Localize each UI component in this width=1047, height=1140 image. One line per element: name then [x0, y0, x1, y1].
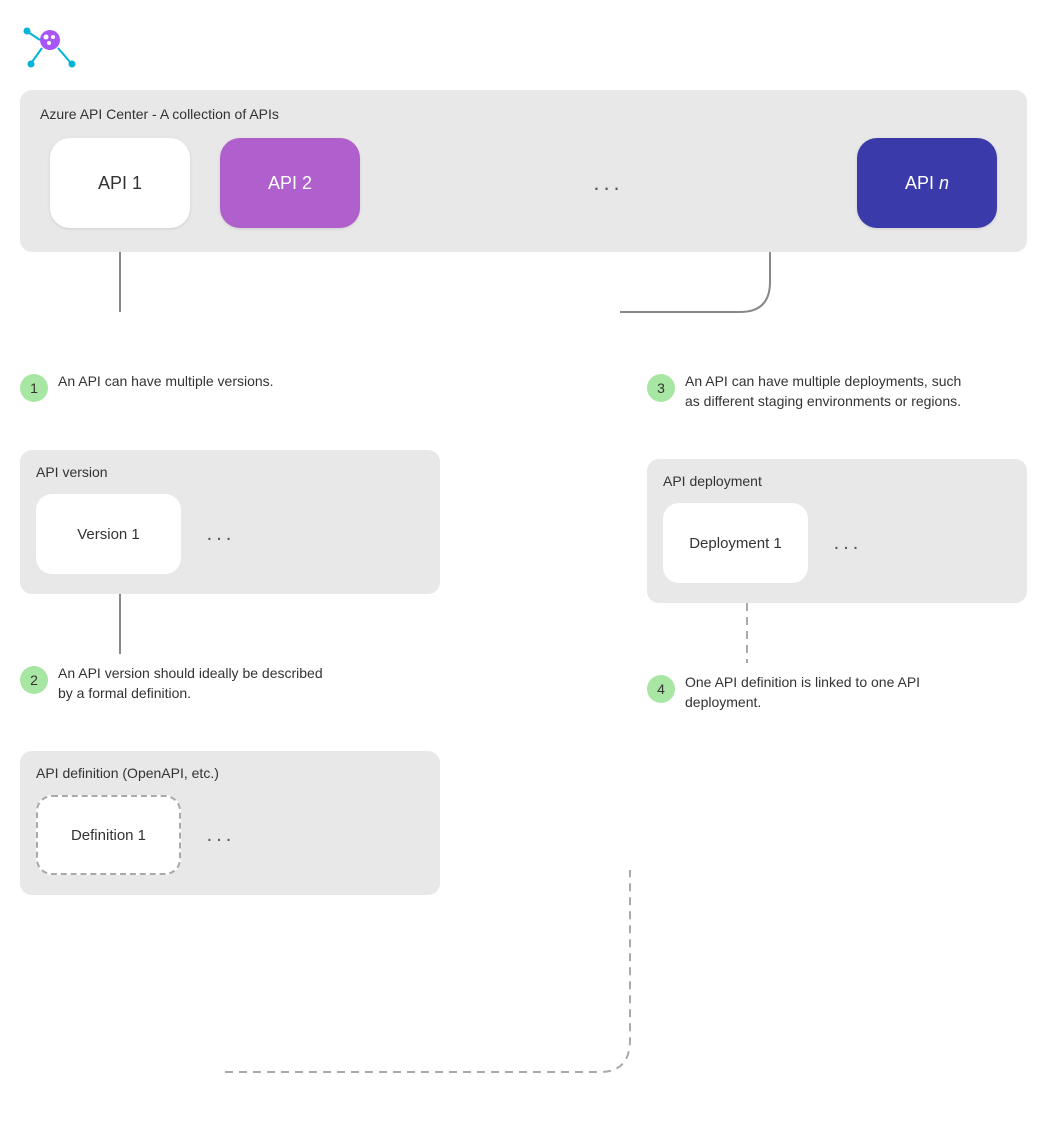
step4-text: One API definition is linked to one API … — [685, 673, 965, 712]
version-card-1: Version 1 — [36, 494, 181, 574]
step4-badge: 4 — [647, 675, 675, 703]
api-deployment-box: API deployment Deployment 1 ... — [647, 459, 1027, 603]
step3-badge: 3 — [647, 374, 675, 402]
connector-svg-top — [20, 252, 1027, 372]
connector-deployment-down — [647, 603, 1027, 673]
diagram-container: Azure API Center - A collection of APIs … — [20, 90, 1027, 895]
step2-badge: 2 — [20, 666, 48, 694]
api-version-box: API version Version 1 ... — [20, 450, 440, 594]
deployment-card-1: Deployment 1 — [663, 503, 808, 583]
connector-version-down — [20, 594, 440, 664]
api-definition-box: API definition (OpenAPI, etc.) Definitio… — [20, 751, 440, 895]
api-definition-title: API definition (OpenAPI, etc.) — [36, 765, 424, 781]
version-ellipsis: ... — [201, 523, 241, 546]
api-card-1: API 1 — [50, 138, 190, 228]
definition-ellipsis: ... — [201, 824, 241, 847]
step2-text: An API version should ideally be describ… — [58, 664, 338, 703]
api-card-2: API 2 — [220, 138, 360, 228]
deployment-ellipsis: ... — [828, 532, 868, 555]
step1-row: 1 An API can have multiple versions. — [20, 372, 440, 402]
api-deployment-cards: Deployment 1 ... — [663, 503, 1011, 583]
api-center-box: Azure API Center - A collection of APIs … — [20, 90, 1027, 252]
right-column: 3 An API can have multiple deployments, … — [647, 372, 1027, 720]
definition-card-1: Definition 1 — [36, 795, 181, 875]
logo — [20, 18, 80, 73]
step3-row: 3 An API can have multiple deployments, … — [647, 372, 1027, 411]
step1-text: An API can have multiple versions. — [58, 372, 274, 392]
step2-row: 2 An API version should ideally be descr… — [20, 664, 440, 703]
api-definition-cards: Definition 1 ... — [36, 795, 424, 875]
left-column: 1 An API can have multiple versions. API… — [20, 372, 440, 895]
step4-row: 4 One API definition is linked to one AP… — [647, 673, 1027, 712]
api-card-n: API n — [857, 138, 997, 228]
api-ellipsis: ... — [390, 170, 827, 196]
step1-badge: 1 — [20, 374, 48, 402]
api-deployment-title: API deployment — [663, 473, 1011, 489]
api-version-title: API version — [36, 464, 424, 480]
api-cards-row: API 1 API 2 ... API n — [40, 138, 1007, 228]
api-center-title: Azure API Center - A collection of APIs — [40, 106, 1007, 122]
api-version-cards: Version 1 ... — [36, 494, 424, 574]
step3-text: An API can have multiple deployments, su… — [685, 372, 965, 411]
